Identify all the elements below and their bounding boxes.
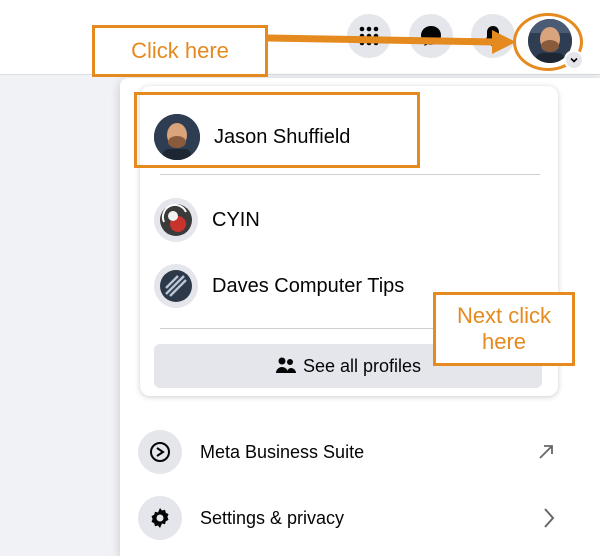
callout-click-here: Click here — [92, 25, 268, 77]
menu-item-label: Settings & privacy — [200, 507, 345, 528]
callout-text: Click here — [131, 37, 229, 63]
chevron-right-icon — [542, 506, 556, 530]
profile-name: CYIN — [212, 208, 260, 231]
profiles-icon — [275, 356, 297, 376]
callout-next-click: Next click here — [433, 292, 575, 366]
menu-item-settings-privacy[interactable]: Settings & privacy — [138, 494, 578, 542]
divider — [160, 174, 540, 175]
switch-profile-icon — [154, 264, 198, 308]
menu-item-label: Meta Business Suite — [200, 441, 365, 462]
profile-highlight — [134, 92, 420, 168]
external-link-icon — [536, 442, 556, 462]
see-all-profiles-label: See all profiles — [302, 355, 422, 376]
profile-page-daves-computer-tips[interactable]: Daves Computer Tips — [154, 264, 404, 308]
callout-text: Next click here — [456, 302, 552, 354]
menu-item-meta-business-suite[interactable]: Meta Business Suite — [138, 428, 578, 476]
profile-page-cyin[interactable]: CYIN — [154, 198, 260, 242]
profile-name: Daves Computer Tips — [212, 274, 405, 297]
meta-business-suite-icon — [138, 430, 182, 474]
gear-icon — [138, 496, 182, 540]
switch-profile-icon — [154, 198, 198, 242]
